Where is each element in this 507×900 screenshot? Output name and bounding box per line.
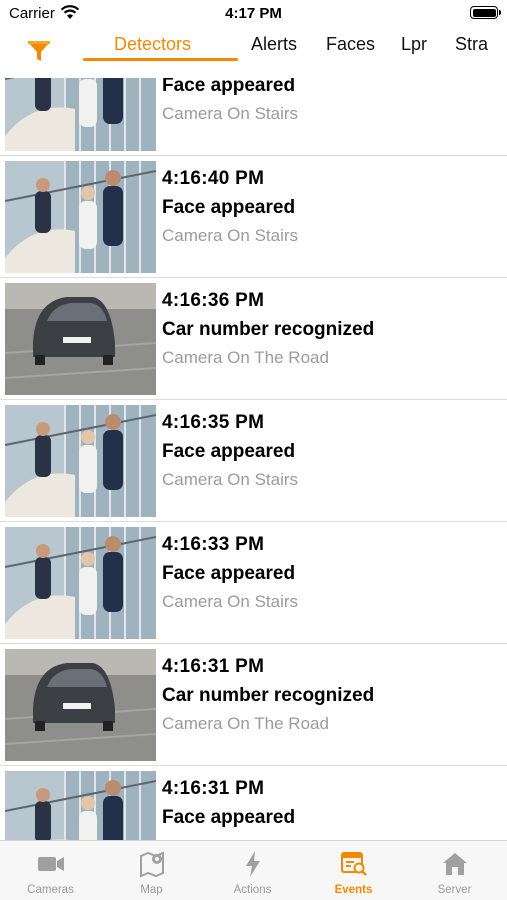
event-camera: Camera On The Road xyxy=(162,714,329,733)
event-list[interactable]: Face appeared Camera On Stairs 4:16:40 PM F… xyxy=(0,78,507,840)
tab-lpr[interactable]: Lpr xyxy=(401,34,427,55)
event-title: Face appeared xyxy=(162,197,296,218)
battery-icon xyxy=(470,6,501,19)
tabbar-label: Cameras xyxy=(27,884,74,896)
event-title: Face appeared xyxy=(162,78,296,96)
event-title: Face appeared xyxy=(162,807,296,828)
map-pin-icon xyxy=(139,851,164,878)
event-time: 4:16:31 PM xyxy=(162,778,265,799)
event-camera: Camera On Stairs xyxy=(162,226,299,245)
event-thumbnail xyxy=(5,771,156,840)
stairs-camera-thumbnail xyxy=(5,161,156,273)
event-title: Car number recognized xyxy=(162,685,375,706)
stairs-camera-thumbnail xyxy=(5,78,156,151)
event-thumbnail xyxy=(5,78,156,151)
road-camera-thumbnail xyxy=(5,283,156,395)
event-row[interactable]: 4:16:31 PM Car number recognized Camera On… xyxy=(0,644,507,766)
event-row[interactable]: 4:16:36 PM Car number recognized Camera On… xyxy=(0,278,507,400)
event-title: Car number recognized xyxy=(162,319,375,340)
tabbar-label: Server xyxy=(437,884,472,896)
tab-faces[interactable]: Faces xyxy=(326,34,375,55)
event-row[interactable]: 4:16:35 PM Face appeared Camera On Stairs xyxy=(0,400,507,522)
event-row[interactable]: Face appeared Camera On Stairs xyxy=(0,78,507,156)
event-time: 4:16:35 PM xyxy=(162,412,265,433)
tabbar-events[interactable]: Events xyxy=(303,841,404,900)
event-title: Face appeared xyxy=(162,441,296,462)
tabbar-cameras[interactable]: Cameras xyxy=(0,841,101,900)
lightning-icon xyxy=(245,851,260,877)
event-time: 4:16:31 PM xyxy=(162,656,265,677)
road-camera-thumbnail xyxy=(5,649,156,761)
event-camera: Camera On Stairs xyxy=(162,592,299,611)
video-camera-icon xyxy=(37,857,64,871)
event-time: 4:16:40 PM xyxy=(162,168,265,189)
status-time: 4:17 PM xyxy=(225,5,282,22)
event-camera: Camera On The Road xyxy=(162,348,329,367)
tab-detectors[interactable]: Detectors xyxy=(114,34,191,55)
event-row[interactable]: 4:16:33 PM Face appeared Camera On Stairs xyxy=(0,522,507,644)
event-camera: Camera On Stairs xyxy=(162,470,299,489)
house-icon xyxy=(442,853,467,875)
tab-alerts[interactable]: Alerts xyxy=(251,34,297,55)
event-camera: Camera On Stairs xyxy=(162,104,299,123)
top-bar: Detectors Alerts Faces Lpr Stra xyxy=(0,26,507,78)
tabbar-server[interactable]: Server xyxy=(404,841,505,900)
tab-strangers[interactable]: Stra xyxy=(455,34,488,55)
status-bar: Carrier 4:17 PM xyxy=(0,0,507,26)
tabbar-label: Events xyxy=(334,884,373,896)
event-thumbnail xyxy=(5,405,156,517)
event-title: Face appeared xyxy=(162,563,296,584)
event-thumbnail xyxy=(5,527,156,639)
stairs-camera-thumbnail xyxy=(5,771,156,840)
event-time: 4:16:33 PM xyxy=(162,534,265,555)
filter-icon[interactable] xyxy=(26,38,52,64)
stairs-camera-thumbnail xyxy=(5,527,156,639)
stairs-camera-thumbnail xyxy=(5,405,156,517)
event-row[interactable]: 4:16:40 PM Face appeared Camera On Stairs xyxy=(0,156,507,278)
events-search-icon xyxy=(340,852,367,876)
event-thumbnail xyxy=(5,649,156,761)
event-thumbnail xyxy=(5,161,156,273)
event-time: 4:16:36 PM xyxy=(162,290,265,311)
tabbar-actions[interactable]: Actions xyxy=(202,841,303,900)
tabbar-map[interactable]: Map xyxy=(101,841,202,900)
tabbar-label: Map xyxy=(140,884,163,896)
event-row[interactable]: 4:16:31 PM Face appeared xyxy=(0,766,507,840)
tabbar-label: Actions xyxy=(233,884,272,896)
event-thumbnail xyxy=(5,283,156,395)
bottom-tab-bar: Cameras Map Actions Events Server xyxy=(0,840,507,900)
active-tab-indicator xyxy=(83,58,238,61)
